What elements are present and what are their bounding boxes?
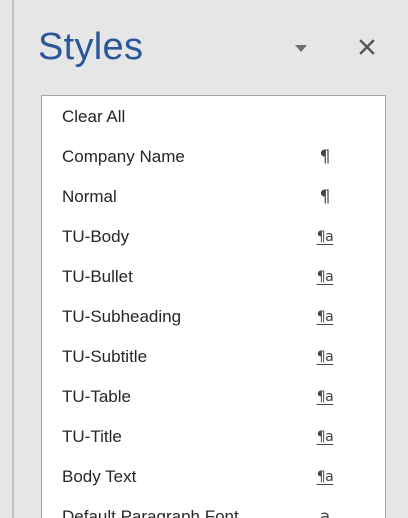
pane-options-button[interactable] [290,38,312,58]
style-name: TU-Subtitle [62,347,148,366]
close-pane-button[interactable] [352,32,382,62]
style-item-default-paragraph-font[interactable]: Default Paragraph Font a [42,498,385,518]
linked-style-icon: ¶a [316,429,334,445]
style-item-tu-bullet[interactable]: TU-Bullet ¶a [42,258,385,298]
style-item-tu-subtitle[interactable]: TU-Subtitle ¶a [42,338,385,378]
style-name: TU-Body [62,227,130,246]
paragraph-style-icon: ¶ [319,147,331,167]
linked-style-icon: ¶a [316,269,334,285]
styles-pane: Styles Clear All Company Name ¶ Normal ¶… [0,0,408,518]
style-item-body-text[interactable]: Body Text ¶a [42,458,385,498]
style-name: Body Text [62,467,137,486]
pane-resize-border[interactable] [12,0,14,518]
paragraph-style-icon: ¶ [319,187,331,207]
linked-style-icon: ¶a [316,349,334,365]
dropdown-triangle-icon [295,44,307,52]
linked-style-icon: ¶a [316,469,334,485]
linked-style-icon: ¶a [316,229,334,245]
close-x-icon [359,39,375,55]
character-style-icon: a [319,507,331,518]
style-name: Clear All [62,107,126,126]
style-name: TU-Subheading [62,307,182,326]
style-item-clear-all[interactable]: Clear All [42,98,385,138]
linked-style-icon: ¶a [316,309,334,325]
style-name: TU-Table [62,387,131,406]
style-item-tu-title[interactable]: TU-Title ¶a [42,418,385,458]
linked-style-icon: ¶a [316,389,334,405]
style-name: TU-Title [62,427,122,446]
style-item-tu-table[interactable]: TU-Table ¶a [42,378,385,418]
style-name: Company Name [62,147,185,166]
style-item-normal[interactable]: Normal ¶ [42,178,385,218]
style-name: Normal [62,187,117,206]
pane-title: Styles [38,26,144,68]
style-item-tu-body[interactable]: TU-Body ¶a [42,218,385,258]
style-item-tu-subheading[interactable]: TU-Subheading ¶a [42,298,385,338]
styles-list[interactable]: Clear All Company Name ¶ Normal ¶ TU-Bod… [41,95,386,518]
style-name: TU-Bullet [62,267,133,286]
style-name: Default Paragraph Font [62,507,239,518]
style-item-company-name[interactable]: Company Name ¶ [42,138,385,178]
